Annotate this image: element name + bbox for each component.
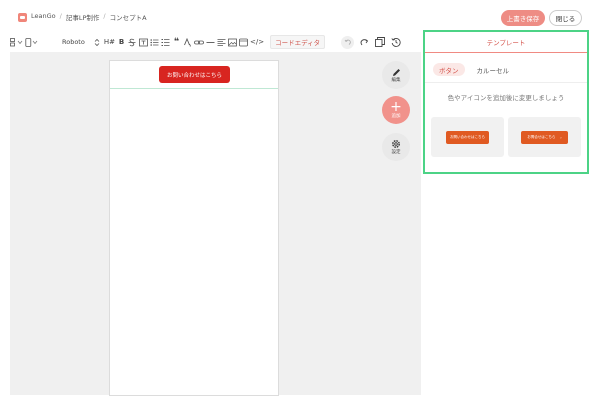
app-header: LeanGo / 記事LP制作 / コンセプトA 上書き保存 閉じる bbox=[0, 0, 599, 32]
template-button-label: お問合せはこちら bbox=[527, 135, 556, 139]
panel-title: テンプレート bbox=[425, 32, 587, 53]
bold-button[interactable]: B bbox=[117, 35, 126, 49]
tab-carousel[interactable]: カルーセル bbox=[471, 63, 516, 76]
breadcrumb: LeanGo / 記事LP制作 / コンセプトA bbox=[31, 12, 147, 22]
leango-logo-icon[interactable] bbox=[18, 13, 27, 22]
template-hint: 色やアイコンを追加後に変更しましょう bbox=[447, 94, 565, 102]
edit-button[interactable]: 編集 bbox=[382, 61, 410, 89]
link-icon[interactable] bbox=[194, 35, 204, 49]
redo-icon[interactable] bbox=[359, 35, 369, 49]
undo-icon[interactable] bbox=[341, 35, 355, 49]
save-button[interactable]: 上書き保存 bbox=[501, 10, 545, 26]
template-button-preview[interactable]: お問い合わせはこちら bbox=[446, 131, 489, 144]
template-button-preview[interactable]: お問合せはこちら › bbox=[521, 131, 568, 144]
copy-icon[interactable] bbox=[375, 35, 386, 49]
device-toggle-icon[interactable] bbox=[25, 35, 38, 49]
settings-label: 設定 bbox=[391, 150, 401, 155]
template-tabs: ボタン カルーセル bbox=[433, 63, 515, 76]
tab-button[interactable]: ボタン bbox=[433, 63, 465, 76]
history-icon[interactable] bbox=[391, 35, 401, 49]
breadcrumb-item-article[interactable]: 記事LP制作 bbox=[66, 12, 100, 22]
font-size-stepper-icon[interactable] bbox=[93, 35, 102, 49]
pencil-icon bbox=[392, 68, 400, 76]
contact-cta-button[interactable]: お問い合わせはこちら bbox=[159, 66, 230, 83]
divider bbox=[425, 82, 587, 83]
heading-button[interactable]: H# bbox=[104, 35, 115, 49]
gear-icon bbox=[392, 140, 400, 148]
layout-view-icon[interactable] bbox=[10, 35, 23, 49]
selected-section[interactable]: お問い合わせはこちら bbox=[110, 61, 278, 89]
align-icon[interactable] bbox=[217, 35, 226, 49]
editor-canvas[interactable]: お問い合わせはこちら 編集 + 追加 設定 bbox=[10, 52, 421, 396]
bullet-list-icon[interactable] bbox=[150, 35, 159, 49]
panel-empty-area bbox=[423, 176, 589, 395]
template-card[interactable]: お問い合わせはこちら bbox=[431, 117, 504, 157]
horizontal-rule-icon[interactable] bbox=[206, 35, 215, 49]
breadcrumb-item-project[interactable]: LeanGo bbox=[31, 12, 56, 22]
text-box-icon[interactable] bbox=[139, 35, 148, 49]
add-button[interactable]: + 追加 bbox=[382, 96, 410, 124]
html-tag-button[interactable]: </> bbox=[250, 35, 264, 49]
text-color-icon[interactable] bbox=[183, 35, 192, 49]
edit-label: 編集 bbox=[391, 77, 401, 83]
video-icon[interactable] bbox=[239, 35, 248, 49]
chevron-right-icon: › bbox=[560, 135, 562, 140]
mobile-preview[interactable]: お問い合わせはこちら bbox=[109, 60, 279, 396]
settings-button[interactable]: 設定 bbox=[382, 133, 410, 161]
breadcrumb-separator: / bbox=[103, 12, 106, 20]
numbered-list-icon[interactable] bbox=[161, 35, 170, 49]
code-editor-button[interactable]: コードエディタ bbox=[270, 35, 326, 49]
image-icon[interactable] bbox=[228, 35, 237, 49]
add-label: 追加 bbox=[391, 114, 401, 119]
template-panel: テンプレート ボタン カルーセル 色やアイコンを追加後に変更しましょう お問い合… bbox=[423, 30, 589, 174]
quote-button[interactable]: ❝ bbox=[172, 35, 181, 49]
font-family-select[interactable]: Roboto bbox=[62, 35, 85, 49]
breadcrumb-item-current: コンセプトA bbox=[109, 14, 147, 22]
close-button[interactable]: 閉じる bbox=[549, 10, 582, 26]
template-card[interactable]: お問合せはこちら › bbox=[508, 117, 581, 157]
editor-toolbar: Roboto H# B ❝ </> コードエディタ bbox=[10, 32, 421, 52]
strikethrough-icon[interactable] bbox=[128, 35, 137, 49]
plus-icon: + bbox=[390, 99, 402, 115]
breadcrumb-separator: / bbox=[59, 12, 62, 20]
